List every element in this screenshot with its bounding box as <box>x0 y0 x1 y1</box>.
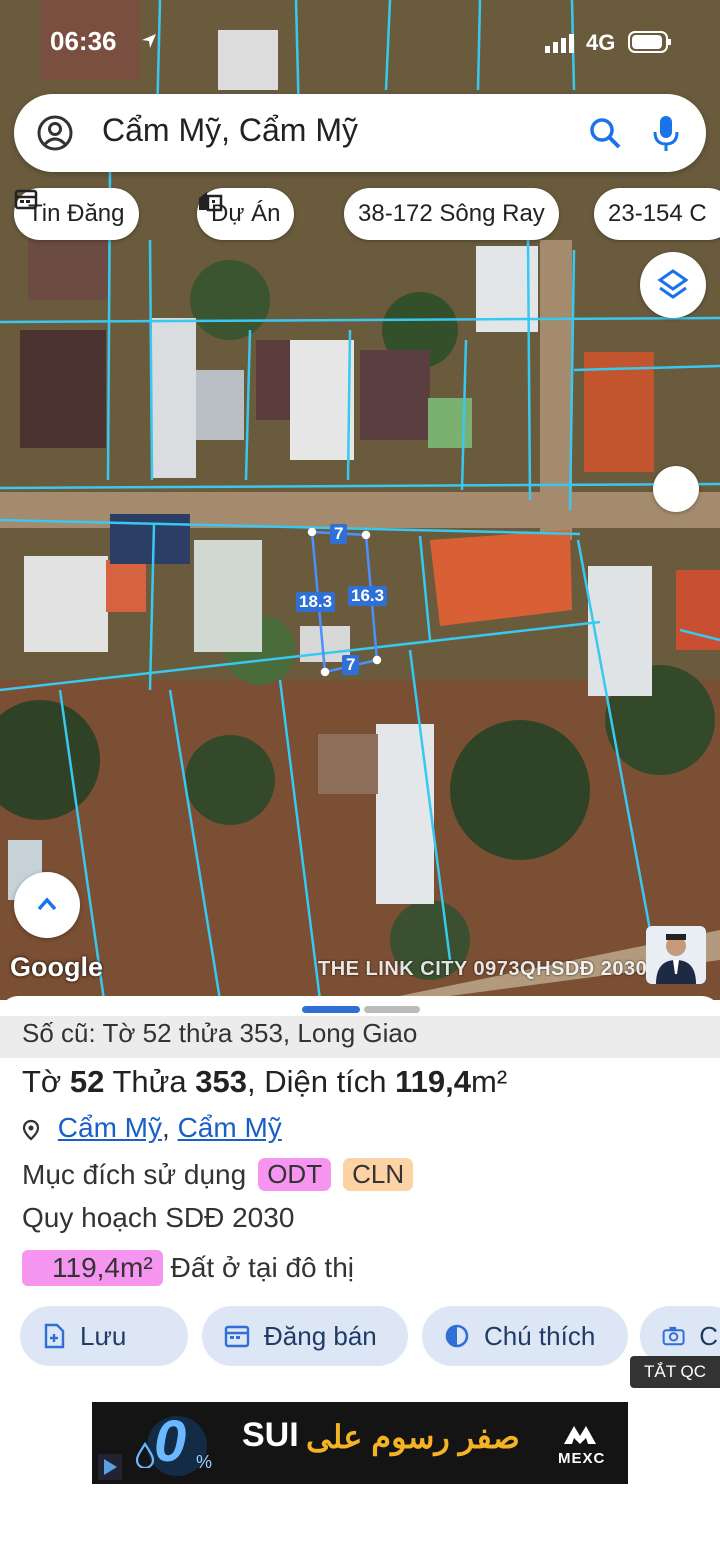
chip-tin-dang[interactable]: Tin Đăng <box>14 188 139 240</box>
land-use-code-cln: CLN <box>343 1158 414 1191</box>
area-row: 119,4m² Đất ở tại đô thị <box>22 1250 354 1286</box>
person-avatar-icon <box>656 934 696 984</box>
chip-song-ray[interactable]: 38-172 Sông Ray <box>344 188 559 240</box>
signal-icon <box>545 34 574 53</box>
chip-label: Tin Đăng <box>28 200 125 227</box>
watermark: THE LINK CITY 0973QHSDĐ 2030 <box>318 958 648 980</box>
parcel-label-bottom: 7 <box>342 655 360 675</box>
avatar[interactable] <box>646 926 706 984</box>
map-toggle-button[interactable] <box>653 466 699 512</box>
area-unit: m² <box>471 1064 508 1099</box>
hide-ads-button[interactable]: TẮT QC <box>630 1356 720 1388</box>
thua-label: Thửa <box>112 1064 187 1099</box>
chip-label: 23-154 C <box>608 200 707 227</box>
building-icon <box>199 192 223 212</box>
parcel-label-left: 18.3 <box>296 592 336 612</box>
commune-link[interactable]: Cẩm Mỹ <box>58 1112 162 1143</box>
network-type: 4G <box>586 30 616 55</box>
parcel-label-top: 7 <box>330 524 348 544</box>
parcel-info-sheet[interactable]: Số cũ: Tờ 52 thửa 353, Long Giao Tờ 52 T… <box>0 996 720 1557</box>
expand-button[interactable] <box>14 872 80 938</box>
land-use-label: Mục đích sử dụng <box>22 1158 247 1190</box>
thua-number: 353 <box>195 1064 247 1099</box>
location-separator: , <box>162 1112 170 1143</box>
calendar-icon <box>14 189 38 210</box>
parcel-label-right: 16.3 <box>348 586 388 606</box>
old-parcel-info: Số cũ: Tờ 52 thửa 353, Long Giao <box>0 1016 720 1058</box>
calendar-icon <box>224 1325 250 1348</box>
location-arrow-icon <box>142 34 156 48</box>
post-sale-button[interactable]: Đăng bán <box>202 1306 408 1366</box>
area-value: 119,4 <box>395 1064 472 1099</box>
legend-button[interactable]: Chú thích <box>422 1306 628 1366</box>
microphone-icon[interactable] <box>652 114 680 152</box>
land-use-code-odt: ODT <box>258 1158 332 1191</box>
satellite-map[interactable]: 7 18.3 16.3 7 06:36 4G Cẩm Mỹ, Cẩm Mỹ Ti… <box>0 0 720 1000</box>
google-attribution: Google <box>10 952 103 982</box>
old-parcel-text: Số cũ: Tờ 52 thửa 353, Long Giao <box>22 1018 418 1048</box>
mexc-logo-icon <box>564 1426 596 1444</box>
parcel-title: Tờ 52 Thửa 353, Diện tích 119,4m² <box>22 1064 507 1100</box>
ad-zero: 0 <box>154 1409 187 1474</box>
battery-icon <box>628 31 671 53</box>
layers-icon <box>657 269 689 299</box>
area-label: , Diện tích <box>246 1064 387 1099</box>
ad-coin: SUI <box>242 1416 299 1454</box>
area-pill: 119,4m² <box>22 1250 163 1286</box>
to-label: Tờ <box>22 1064 62 1099</box>
ad-percent: % <box>196 1452 213 1472</box>
chip-23-154[interactable]: 23-154 C <box>594 188 720 240</box>
ad-play-icon[interactable] <box>98 1454 122 1480</box>
status-bar: 06:36 4G <box>0 22 720 62</box>
location-row: Cẩm Mỹ, Cẩm Mỹ <box>22 1112 282 1144</box>
account-icon[interactable] <box>36 114 74 152</box>
camera-label: C <box>699 1320 718 1351</box>
chip-du-an[interactable]: Dự Án <box>197 188 295 240</box>
ad-arabic-text: صفر رسوم على <box>306 1419 520 1455</box>
post-sale-label: Đăng bán <box>264 1320 377 1351</box>
search-bar[interactable]: Cẩm Mỹ, Cẩm Mỹ <box>14 94 706 172</box>
legend-label: Chú thích <box>484 1320 596 1351</box>
district-link[interactable]: Cẩm Mỹ <box>178 1112 282 1143</box>
area-description: Đất ở tại đô thị <box>170 1252 354 1283</box>
land-use-row: Mục đích sử dụng ODT CLN <box>22 1158 414 1191</box>
plan-label: Quy hoạch SDĐ 2030 <box>22 1202 295 1233</box>
sheet-handle-active[interactable] <box>302 1006 360 1013</box>
ad-brand: MEXC <box>558 1450 606 1467</box>
chip-label: 38-172 Sông Ray <box>358 200 545 227</box>
to-number: 52 <box>69 1064 105 1099</box>
save-button[interactable]: Lưu <box>20 1306 188 1366</box>
search-input[interactable]: Cẩm Mỹ, Cẩm Mỹ <box>102 112 358 149</box>
chevron-up-icon <box>37 897 57 911</box>
layers-button[interactable] <box>640 252 706 318</box>
contrast-icon <box>445 1324 469 1348</box>
camera-icon <box>662 1326 685 1346</box>
sui-drop-icon <box>135 1442 155 1468</box>
ad-banner[interactable]: 0 % SUI صفر رسوم على MEXC <box>92 1402 628 1484</box>
status-time: 06:36 <box>50 26 117 56</box>
pin-icon <box>22 1119 40 1141</box>
add-doc-icon <box>44 1323 65 1349</box>
sheet-handle[interactable] <box>364 1006 420 1013</box>
save-label: Lưu <box>80 1320 127 1351</box>
search-icon[interactable] <box>588 116 622 150</box>
